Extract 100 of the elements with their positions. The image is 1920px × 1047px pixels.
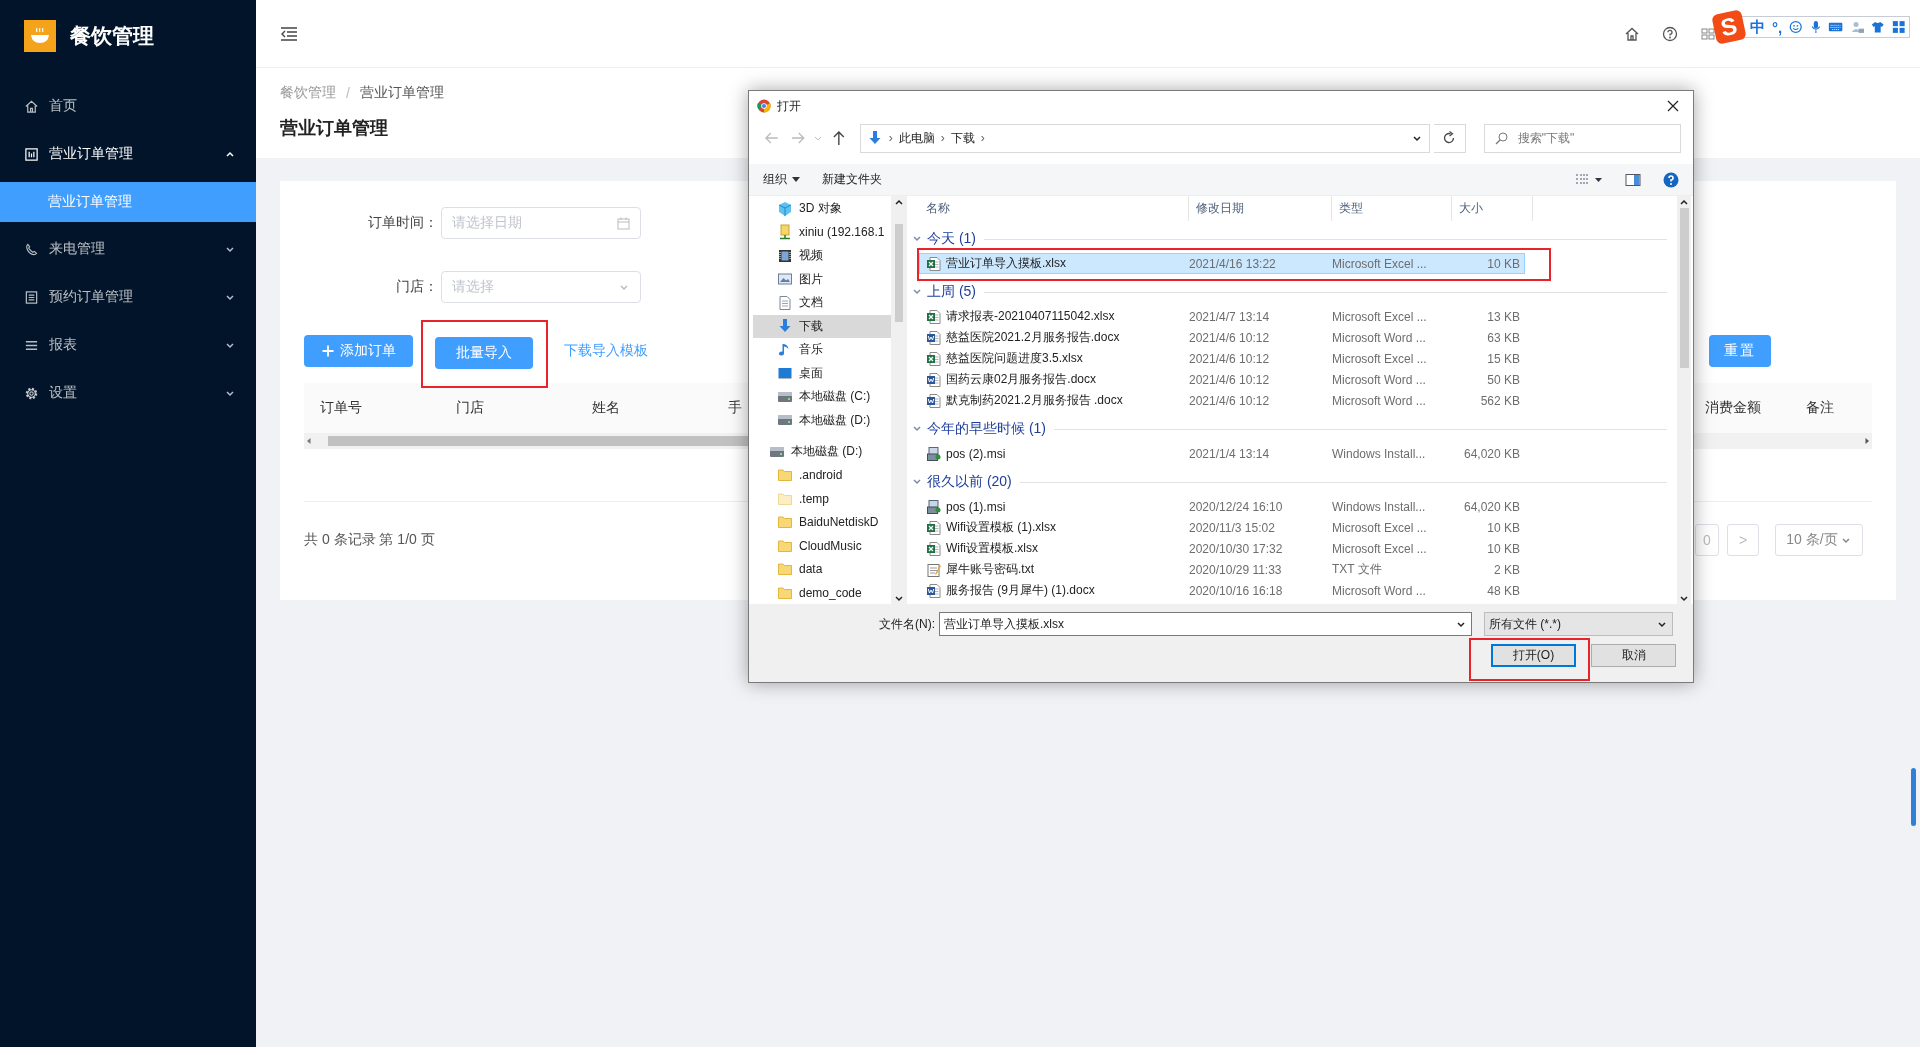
- page-size-select[interactable]: 10 条/页: [1775, 524, 1863, 556]
- nav-item[interactable]: .android: [753, 463, 891, 487]
- input-mode-toggle[interactable]: 中: [1750, 17, 1765, 37]
- sidebar-item[interactable]: 报表: [0, 321, 256, 369]
- file-size: 50 KB: [1486, 372, 1521, 387]
- user-icon[interactable]: [1850, 19, 1865, 35]
- nav-item[interactable]: 音乐: [753, 338, 891, 362]
- column-header: 手: [727, 399, 743, 417]
- file-row[interactable]: 慈益医院问题进度3.5.xlsx 2021/4/6 10:12 Microsoft Excel ... 15 KB: [919, 348, 1525, 369]
- sidebar-item[interactable]: 来电管理: [0, 225, 256, 273]
- nav-item[interactable]: .temp: [753, 487, 891, 511]
- settings-icon: [24, 385, 39, 401]
- filename-field[interactable]: 营业订单导入摸板.xlsx: [939, 612, 1472, 636]
- home-icon: [24, 98, 39, 114]
- file-date: 2020/10/29 11:33: [1188, 562, 1283, 577]
- group-header[interactable]: 今年的早些时候 (1): [927, 420, 1046, 438]
- file-type-select[interactable]: 所有文件 (*.*): [1484, 612, 1673, 636]
- nav-item[interactable]: 本地磁盘 (D:): [753, 408, 891, 432]
- file-type: Microsoft Excel ...: [1331, 541, 1428, 556]
- path-segment[interactable]: 此电脑: [898, 129, 935, 147]
- nav-item[interactable]: 3D 对象: [753, 197, 891, 221]
- microphone-icon[interactable]: [1809, 19, 1822, 35]
- view-options-icon[interactable]: [1575, 172, 1603, 187]
- nav-item[interactable]: demo_code: [753, 581, 891, 604]
- nav-item[interactable]: 视频: [753, 244, 891, 268]
- column-header[interactable]: 类型: [1332, 196, 1452, 221]
- vertical-scrollbar[interactable]: [1677, 196, 1691, 604]
- side-handle[interactable]: [1911, 768, 1916, 826]
- nav-item[interactable]: 本地磁盘 (C:): [753, 385, 891, 409]
- file-row[interactable]: pos (1).msi 2020/12/24 16:10 Windows Install... 64,020 KB: [919, 496, 1525, 517]
- nav-item[interactable]: BaiduNetdiskD: [753, 510, 891, 534]
- document-icon: [777, 294, 793, 311]
- file-date: 2021/4/7 13:14: [1188, 309, 1271, 324]
- preview-pane-icon[interactable]: [1625, 172, 1641, 187]
- help-icon[interactable]: [1662, 25, 1678, 42]
- nav-item[interactable]: CloudMusic: [753, 534, 891, 558]
- sidebar-item[interactable]: 营业订单管理: [0, 130, 256, 178]
- column-header[interactable]: 修改日期: [1189, 196, 1332, 221]
- refresh-button[interactable]: [1434, 123, 1466, 153]
- path-separator[interactable]: ›: [888, 131, 893, 145]
- spreadsheet-file-icon: [926, 519, 942, 536]
- vertical-scrollbar[interactable]: [891, 196, 907, 604]
- file-row[interactable]: 慈益医院2021.2月服务报告.docx 2021/4/6 10:12 Microsoft Word ... 63 KB: [919, 327, 1525, 348]
- scrollbar-thumb[interactable]: [1679, 208, 1689, 368]
- nav-item[interactable]: 图片: [753, 267, 891, 291]
- sidebar-item[interactable]: 设置: [0, 369, 256, 417]
- file-size: 10 KB: [1486, 541, 1521, 556]
- file-type: TXT 文件: [1331, 561, 1383, 578]
- sidebar-item[interactable]: 首页: [0, 82, 256, 130]
- grid-icon[interactable]: [1700, 25, 1716, 42]
- column-header: 备注: [1806, 399, 1835, 417]
- file-row[interactable]: 国药云康02月服务报告.docx 2021/4/6 10:12 Microsoft Word ... 50 KB: [919, 369, 1525, 390]
- file-row[interactable]: 服务报告 (9月犀牛) (1).docx 2020/10/16 16:18 Microsoft Word ... 48 KB: [919, 580, 1525, 601]
- collapse-menu-icon[interactable]: [280, 25, 298, 42]
- group-header[interactable]: 很久以前 (20): [927, 473, 1012, 491]
- open-button[interactable]: 打开(O): [1491, 644, 1576, 667]
- file-type: Microsoft Excel ...: [1331, 309, 1428, 324]
- path-separator[interactable]: ›: [980, 131, 985, 145]
- address-bar[interactable]: › 此电脑 › 下载 ›: [859, 123, 1431, 153]
- column-header[interactable]: 大小: [1452, 196, 1533, 221]
- installer-file-icon: [926, 498, 942, 515]
- file-row[interactable]: 犀牛账号密码.txt 2020/10/29 11:33 TXT 文件 2 KB: [919, 559, 1525, 580]
- file-date: 2021/4/6 10:12: [1188, 393, 1271, 408]
- nav-item[interactable]: 桌面: [753, 361, 891, 385]
- group-header[interactable]: 今天 (1): [927, 230, 976, 248]
- cancel-button[interactable]: 取消: [1591, 644, 1676, 667]
- file-row[interactable]: 请求报表-20210407115042.xlsx 2021/4/7 13:14 Microsoft Excel ... 13 KB: [919, 306, 1525, 327]
- sidebar-item[interactable]: 预约订单管理: [0, 273, 256, 321]
- file-type: Microsoft Word ...: [1331, 583, 1427, 598]
- monitor-icon: [777, 365, 793, 382]
- toolbar-button[interactable]: 新建文件夹: [822, 171, 882, 188]
- file-row[interactable]: 默克制药2021.2月服务报告 .docx 2021/4/6 10:12 Microsoft Word ... 562 KB: [919, 390, 1525, 411]
- shirt-icon[interactable]: [1871, 19, 1885, 35]
- group-header[interactable]: 上周 (5): [927, 283, 976, 301]
- punctuation-toggle[interactable]: °,: [1772, 18, 1783, 36]
- toolbar-button[interactable]: 组织: [763, 171, 800, 188]
- nav-item[interactable]: data: [753, 557, 891, 581]
- file-row[interactable]: pos (2).msi 2021/1/4 13:14 Windows Install... 64,020 KB: [919, 443, 1525, 464]
- path-separator[interactable]: ›: [940, 131, 945, 145]
- nav-item[interactable]: 文档: [753, 291, 891, 315]
- column-header[interactable]: 名称: [911, 196, 1189, 221]
- path-segment[interactable]: 下载: [950, 129, 975, 147]
- file-row[interactable]: Wifi设置模板.xlsx 2020/10/30 17:32 Microsoft Excel ... 10 KB: [919, 538, 1525, 559]
- app-name: 餐饮管理: [70, 23, 154, 49]
- installer-file-icon: [926, 445, 942, 462]
- filter-label: 门店：: [395, 278, 439, 296]
- smiley-icon[interactable]: [1789, 19, 1803, 35]
- nav-item[interactable]: 下载: [753, 314, 891, 338]
- file-row[interactable]: Wifi设置模板 (1).xlsx 2020/11/3 15:02 Microsoft Excel ... 10 KB: [919, 517, 1525, 538]
- keyboard-icon[interactable]: [1828, 20, 1844, 34]
- nav-item[interactable]: xiniu (192.168.1: [753, 220, 891, 244]
- search-field[interactable]: 搜索"下载": [1483, 123, 1681, 153]
- scrollbar-thumb[interactable]: [895, 224, 903, 322]
- grid-icon[interactable]: [1891, 19, 1905, 35]
- file-type: Microsoft Word ...: [1331, 330, 1427, 345]
- home-icon[interactable]: [1624, 25, 1640, 42]
- file-row[interactable]: 营业订单导入摸板.xlsx 2021/4/16 13:22 Microsoft Excel ... 10 KB: [919, 253, 1525, 274]
- nav-item[interactable]: 本地磁盘 (D:): [753, 440, 891, 464]
- help-icon[interactable]: [1663, 171, 1679, 188]
- file-date: 2021/4/6 10:12: [1188, 330, 1271, 345]
